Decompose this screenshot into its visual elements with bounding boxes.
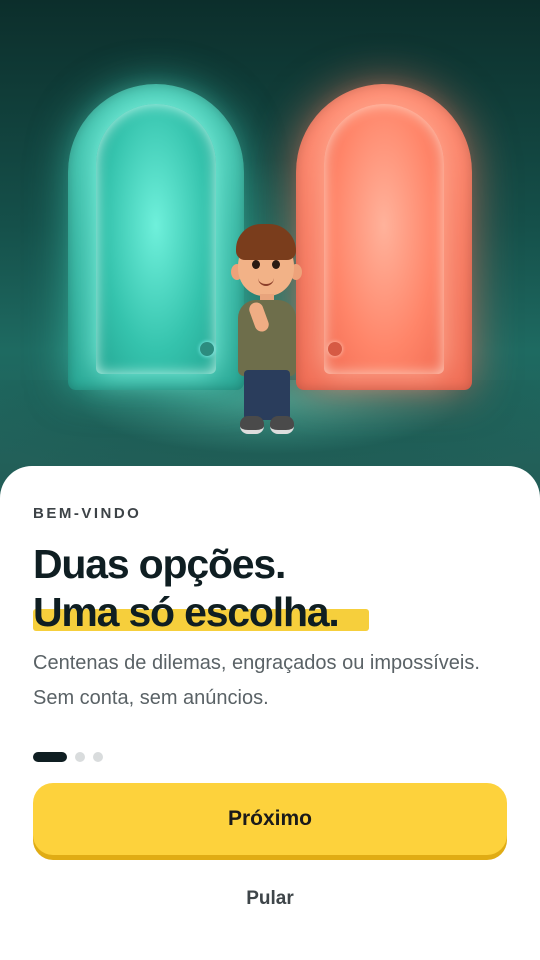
pagination-dot-3[interactable]	[93, 752, 103, 762]
teal-door-panel	[96, 104, 216, 374]
teal-door	[68, 84, 244, 390]
coral-door-panel	[324, 104, 444, 374]
coral-door-knob	[328, 342, 342, 356]
teal-door-knob	[200, 342, 214, 356]
pagination-dot-2[interactable]	[75, 752, 85, 762]
pagination-dot-1[interactable]	[33, 752, 67, 762]
skip-link[interactable]: Pular	[0, 888, 540, 910]
title-line-2: Uma só escolha.	[33, 589, 340, 635]
thinking-boy-character	[222, 224, 312, 436]
next-button[interactable]: Próximo	[33, 783, 507, 855]
welcome-eyebrow: BEM-VINDO	[33, 505, 142, 522]
page-title: Duas opções. Uma só escolha.	[33, 540, 340, 636]
pagination-dots	[33, 752, 103, 762]
coral-door	[296, 84, 472, 390]
hero-illustration	[0, 0, 540, 500]
title-line-1: Duas opções.	[33, 541, 286, 587]
page-subtitle: Centenas de dilemas, engraçados ou impos…	[33, 652, 480, 709]
